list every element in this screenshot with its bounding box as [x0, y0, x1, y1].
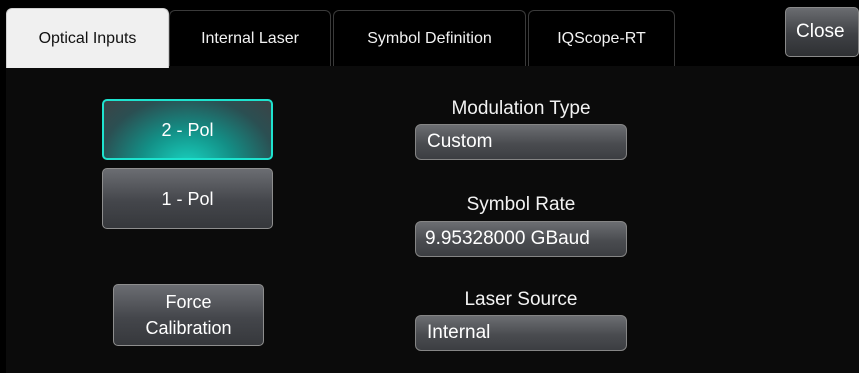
laser-source-value: Internal — [427, 322, 491, 343]
two-pol-label: 2 - Pol — [161, 119, 214, 140]
force-calibration-button[interactable]: Force Calibration — [113, 284, 264, 346]
force-calibration-label-line2: Calibration — [145, 318, 232, 338]
tab-iqscope-rt[interactable]: IQScope-RT — [528, 10, 675, 66]
force-calibration-label-line1: Force — [165, 292, 212, 312]
modulation-type-value: Custom — [427, 131, 493, 152]
close-button-label: Close — [796, 21, 845, 42]
tab-internal-laser[interactable]: Internal Laser — [169, 10, 331, 66]
bottom-border — [0, 373, 859, 379]
tab-label: IQScope-RT — [557, 29, 646, 47]
tab-optical-inputs[interactable]: Optical Inputs — [6, 8, 169, 68]
symbol-rate-field[interactable]: 9.95328000 GBaud — [415, 221, 627, 257]
laser-source-label: Laser Source — [464, 289, 578, 310]
dialog-frame: Optical Inputs Internal Laser Symbol Def… — [0, 0, 859, 379]
laser-source-select[interactable]: Internal — [415, 315, 627, 351]
tab-label: Internal Laser — [201, 29, 299, 47]
close-button[interactable]: Close — [785, 7, 859, 57]
modulation-type-label: Modulation Type — [451, 98, 591, 119]
one-pol-label: 1 - Pol — [161, 188, 214, 209]
symbol-rate-label: Symbol Rate — [466, 194, 576, 215]
tab-label: Optical Inputs — [38, 29, 137, 47]
symbol-rate-value: 9.95328000 GBaud — [425, 228, 590, 249]
one-pol-button[interactable]: 1 - Pol — [102, 168, 273, 229]
modulation-type-select[interactable]: Custom — [415, 124, 627, 160]
two-pol-button[interactable]: 2 - Pol — [102, 99, 273, 160]
tab-label: Symbol Definition — [367, 29, 492, 47]
tab-symbol-definition[interactable]: Symbol Definition — [333, 10, 526, 66]
